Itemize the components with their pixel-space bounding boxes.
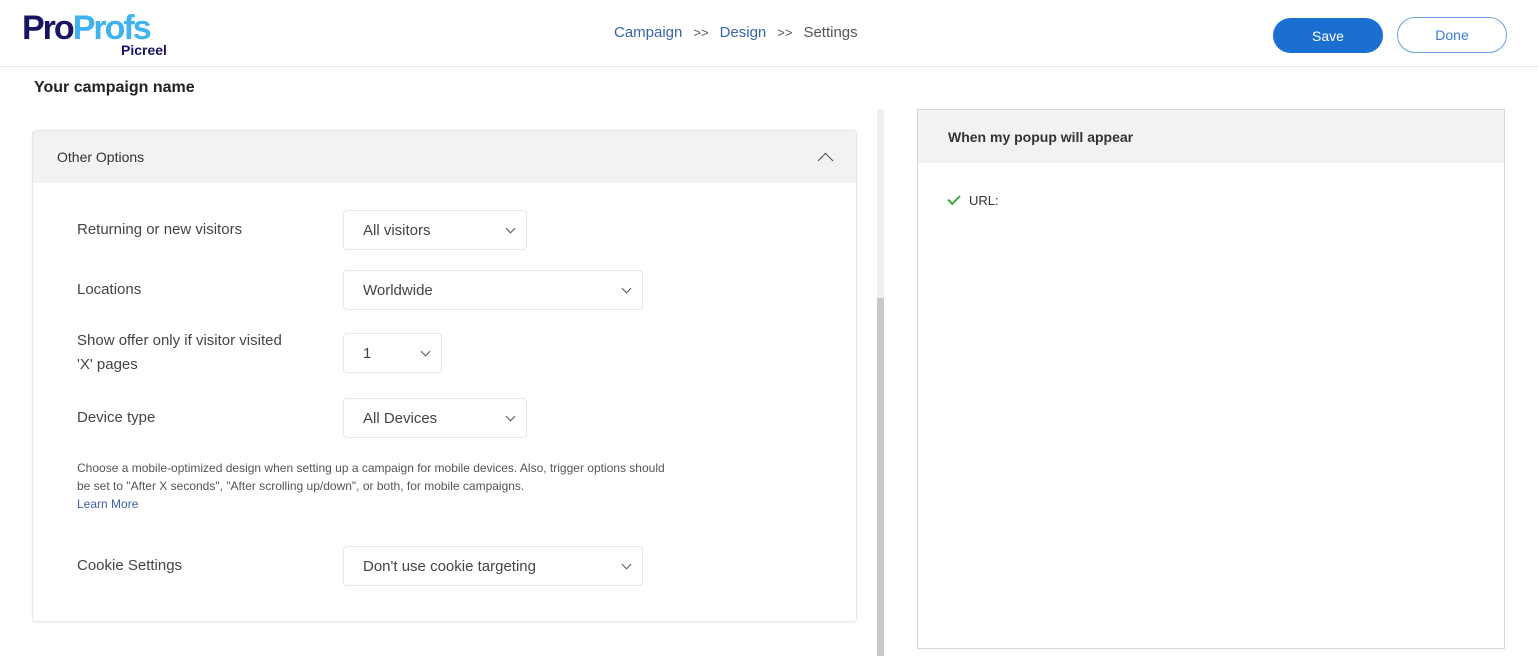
device-type-label: Device type <box>77 409 156 426</box>
field-row-visitors: Returning or new visitors All visitors <box>77 210 527 250</box>
field-row-pages-visited: Show offer only if visitor visited 'X' p… <box>77 329 442 377</box>
chevron-down-icon <box>621 283 632 293</box>
top-bar: ProProfs Picreel Campaign >> Design >> S… <box>0 0 1538 67</box>
device-type-select[interactable]: All Devices <box>343 398 527 438</box>
pages-visited-label: Show offer only if visitor visited 'X' p… <box>77 332 282 373</box>
chevron-up-icon[interactable] <box>818 150 832 164</box>
cookie-settings-label: Cookie Settings <box>77 557 183 574</box>
save-button[interactable]: Save <box>1273 18 1383 53</box>
locations-select[interactable]: Worldwide <box>343 270 643 310</box>
field-row-locations: Locations Worldwide <box>77 270 643 310</box>
summary-item-url-label: URL: <box>969 193 999 208</box>
pages-visited-select[interactable]: 1 <box>343 333 442 373</box>
cookie-settings-select-value: Don't use cookie targeting <box>363 557 536 575</box>
device-type-select-value: All Devices <box>363 409 438 427</box>
learn-more-link[interactable]: Learn More <box>77 497 138 511</box>
breadcrumb-separator: >> <box>693 25 709 40</box>
visitors-select-value: All visitors <box>363 221 431 239</box>
breadcrumb: Campaign >> Design >> Settings <box>614 24 858 41</box>
breadcrumb-separator: >> <box>777 25 793 40</box>
locations-select-value: Worldwide <box>363 281 433 299</box>
locations-label: Locations <box>77 281 142 298</box>
campaign-name-title: Your campaign name <box>34 79 195 96</box>
check-icon <box>947 191 961 206</box>
logo-product-text: Picreel <box>121 42 167 58</box>
chevron-down-icon <box>505 411 516 421</box>
field-row-cookie: Cookie Settings Don't use cookie targeti… <box>77 546 643 586</box>
chevron-down-icon <box>621 559 632 569</box>
field-row-device-type: Device type All Devices <box>77 398 527 438</box>
logo-pro-text: Pro <box>22 9 75 47</box>
other-options-header[interactable]: Other Options <box>33 131 856 183</box>
summary-item-url: URL: <box>947 191 999 208</box>
left-scrollbar[interactable] <box>877 109 884 656</box>
breadcrumb-design[interactable]: Design <box>720 24 767 41</box>
mobile-help-text: Choose a mobile-optimized design when se… <box>77 459 677 513</box>
pages-visited-select-value: 1 <box>363 344 372 362</box>
breadcrumb-settings: Settings <box>803 24 858 41</box>
popup-summary-panel: When my popup will appear URL: <box>917 109 1505 649</box>
visitors-select[interactable]: All visitors <box>343 210 527 250</box>
done-button[interactable]: Done <box>1397 17 1507 53</box>
chevron-down-icon <box>420 346 431 356</box>
chevron-down-icon <box>505 223 516 233</box>
visitors-label: Returning or new visitors <box>77 221 243 238</box>
breadcrumb-campaign[interactable]: Campaign <box>614 24 682 41</box>
cookie-settings-select[interactable]: Don't use cookie targeting <box>343 546 643 586</box>
popup-summary-title: When my popup will appear <box>918 110 1504 163</box>
other-options-panel: Other Options Returning or new visitors … <box>32 130 857 622</box>
proprofs-picreel-logo[interactable]: ProProfs Picreel <box>22 10 172 62</box>
other-options-title: Other Options <box>57 149 145 165</box>
left-scrollbar-thumb[interactable] <box>877 298 884 656</box>
mobile-help-message: Choose a mobile-optimized design when se… <box>77 461 665 493</box>
